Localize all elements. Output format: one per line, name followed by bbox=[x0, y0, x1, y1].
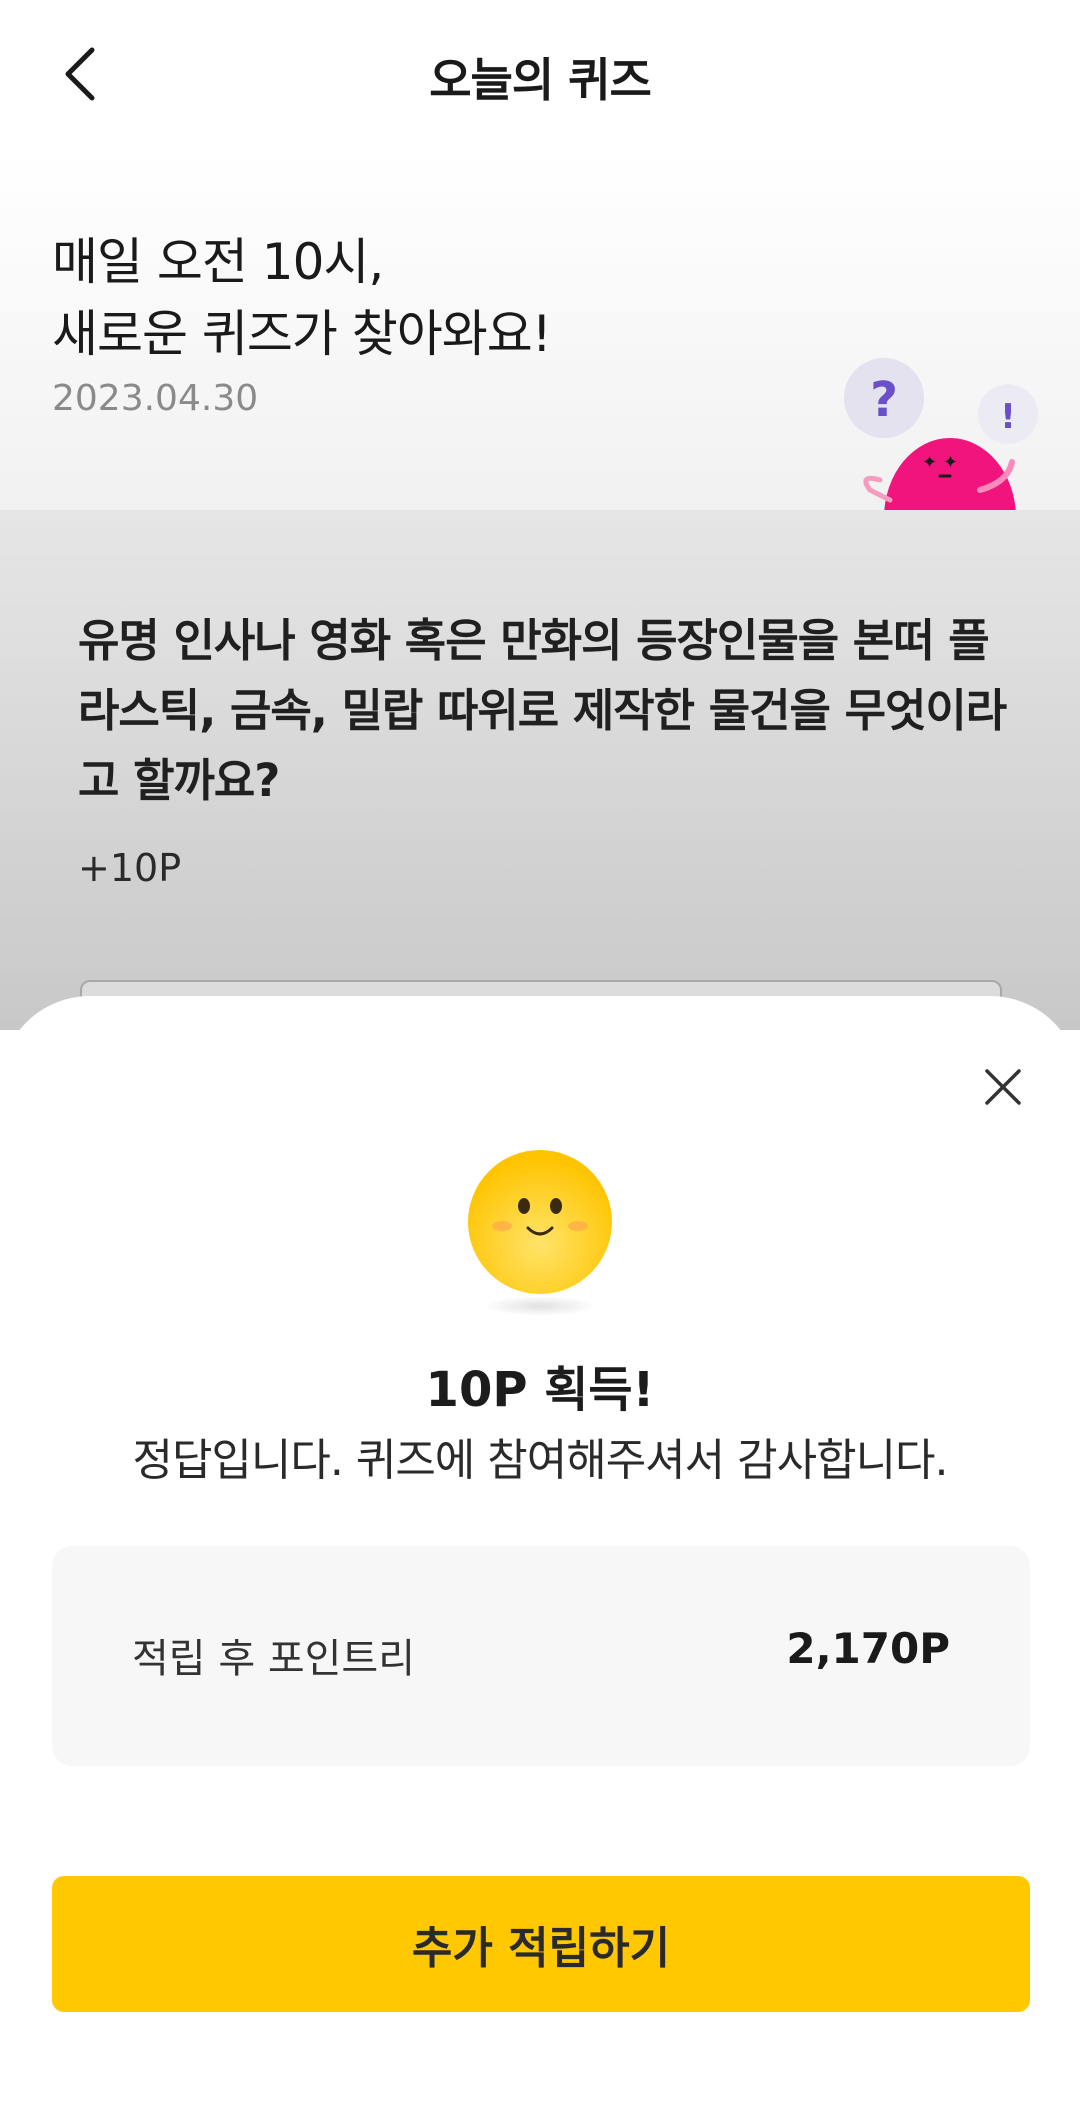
hero-headline: 매일 오전 10시, 새로운 퀴즈가 찾아와요! bbox=[52, 226, 552, 370]
quiz-section: 유명 인사나 영화 혹은 만화의 등장인물을 본떠 플라스틱, 금속, 밀랍 따… bbox=[0, 510, 1080, 1100]
mascot-illustration: ? ! ✦ ✦ bbox=[840, 350, 1050, 510]
mascot-question-mark: ? bbox=[870, 372, 898, 428]
points-summary-card: 적립 후 포인트리 2,170P bbox=[52, 1546, 1030, 1766]
result-message: 정답입니다. 퀴즈에 참여해주셔서 감사합니다. bbox=[132, 1435, 948, 1486]
mascot-exclaim-mark: ! bbox=[1000, 397, 1016, 437]
app-header: 오늘의 퀴즈 bbox=[0, 0, 1080, 150]
quiz-date: 2023.04.30 bbox=[52, 378, 259, 419]
hero-headline-line2: 새로운 퀴즈가 찾아와요! bbox=[52, 305, 552, 363]
result-title: 10P 획득! bbox=[425, 1362, 655, 1418]
result-bottom-sheet: 10P 획득! 정답입니다. 퀴즈에 참여해주셔서 감사합니다. 적립 후 포인… bbox=[0, 996, 1080, 2116]
earn-more-button[interactable]: 추가 적립하기 bbox=[52, 1876, 1030, 2012]
hero-headline-line1: 매일 오전 10시, bbox=[52, 233, 384, 291]
points-value: 2,170P bbox=[786, 1624, 950, 1673]
quiz-points: +10P bbox=[78, 846, 182, 890]
smile-emoji-icon bbox=[460, 1146, 620, 1316]
quiz-page: 오늘의 퀴즈 매일 오전 10시, 새로운 퀴즈가 찾아와요! 2023.04.… bbox=[0, 0, 1080, 2116]
close-button[interactable] bbox=[970, 1056, 1036, 1122]
quiz-question: 유명 인사나 영화 혹은 만화의 등장인물을 본떠 플라스틱, 금속, 밀랍 따… bbox=[78, 614, 1007, 807]
quiz-hero: 매일 오전 10시, 새로운 퀴즈가 찾아와요! 2023.04.30 ? ! … bbox=[0, 150, 1080, 510]
page-title: 오늘의 퀴즈 bbox=[429, 53, 652, 107]
svg-text:✦ ✦: ✦ ✦ bbox=[922, 452, 958, 473]
close-icon bbox=[983, 1067, 1023, 1111]
points-label: 적립 후 포인트리 bbox=[132, 1636, 416, 1682]
